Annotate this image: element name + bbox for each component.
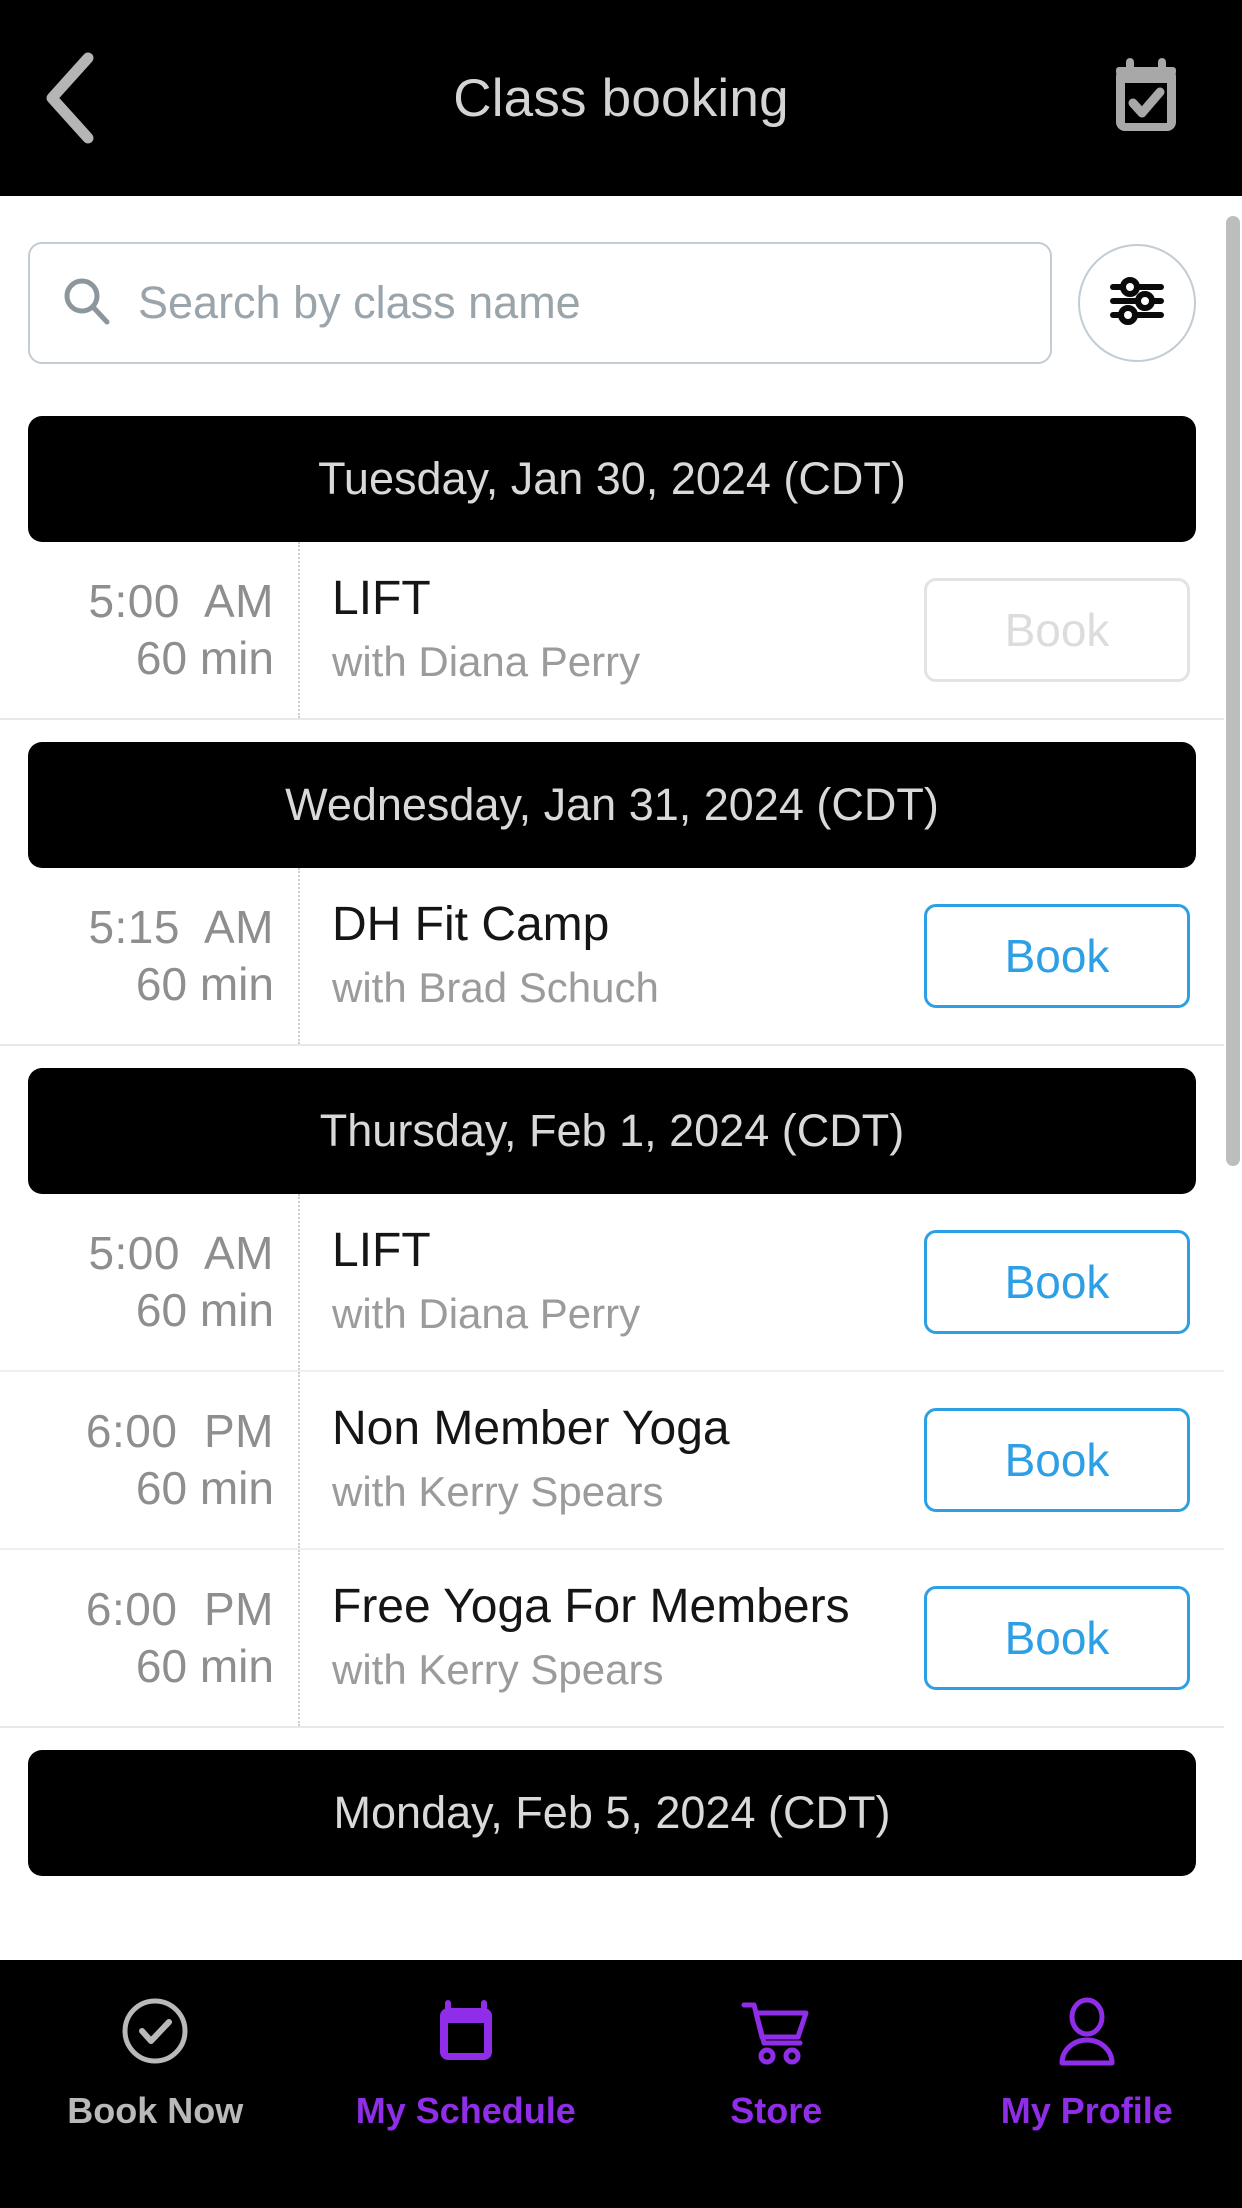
class-time-column: 5:00 AM 60 min <box>0 1194 300 1370</box>
page-title: Class booking <box>453 68 789 128</box>
content-area: Tuesday, Jan 30, 2024 (CDT)5:00 AM60 min… <box>0 196 1242 1960</box>
class-list: 5:00 AM 60 min LIFT with Diana Perry Book <box>0 542 1224 720</box>
class-info-column: LIFT with Diana Perry <box>300 542 924 718</box>
class-start-time: 5:00 AM <box>88 574 274 627</box>
class-list: 5:00 AM 60 min LIFT with Diana Perry Book 6:0… <box>0 1194 1224 1728</box>
book-button[interactable]: Book <box>924 1586 1190 1690</box>
class-duration: 60 min <box>135 1462 274 1514</box>
class-instructor: with Kerry Spears <box>332 1467 664 1515</box>
day-date-header: Thursday, Feb 1, 2024 (CDT) <box>28 1068 1196 1194</box>
nav-item-label: My Schedule <box>355 2090 576 2131</box>
day-section: Thursday, Feb 1, 2024 (CDT) 5:00 AM 60 min… <box>0 1068 1224 1728</box>
class-row[interactable]: 6:00 PM 60 min Free Yoga For Members with K… <box>0 1550 1224 1728</box>
day-date-header: Wednesday, Jan 31, 2024 (CDT) <box>28 742 1196 868</box>
class-duration: 60 min <box>135 1284 274 1336</box>
book-button-column: Book <box>924 542 1224 718</box>
day-date-header: Monday, Feb 5, 2024 (CDT) <box>28 1750 1196 1876</box>
sliders-filter-icon <box>1106 270 1168 337</box>
class-time-column: 6:00 PM 60 min <box>0 1372 300 1548</box>
day-section: Monday, Feb 5, 2024 (CDT) <box>0 1750 1224 1876</box>
book-button[interactable]: Book <box>924 1408 1190 1512</box>
class-name: LIFT <box>332 572 431 626</box>
back-button[interactable] <box>40 52 132 144</box>
class-start-time: 6:00 PM <box>85 1582 274 1635</box>
class-list: 5:15 AM 60 min DH Fit Camp with Brad Schuch… <box>0 868 1224 1046</box>
nav-item-my-schedule[interactable]: My Schedule <box>311 1988 622 2132</box>
book-button[interactable]: Book <box>924 1230 1190 1334</box>
day-section: Tuesday, Jan 30, 2024 (CDT) 5:00 AM 60 min… <box>0 416 1224 720</box>
class-instructor: with Brad Schuch <box>332 963 659 1011</box>
class-duration: 60 min <box>135 632 274 684</box>
class-start-time: 5:00 AM <box>88 1226 274 1279</box>
class-instructor: with Diana Perry <box>332 1289 641 1337</box>
class-info-column: Non Member Yoga with Kerry Spears <box>300 1372 924 1548</box>
class-time-column: 5:15 AM 60 min <box>0 868 300 1044</box>
class-row[interactable]: 6:00 PM 60 min Non Member Yoga with Kerry S… <box>0 1372 1224 1550</box>
calendar-icon <box>426 1988 506 2074</box>
class-name: Non Member Yoga <box>332 1402 730 1456</box>
search-icon <box>60 274 114 333</box>
class-row[interactable]: 5:00 AM 60 min LIFT with Diana Perry Book <box>0 1194 1224 1372</box>
class-name: DH Fit Camp <box>332 898 610 952</box>
calendar-check-button[interactable] <box>1098 50 1194 146</box>
class-name: LIFT <box>332 1224 431 1278</box>
person-icon <box>1047 1988 1127 2074</box>
chevron-left-icon <box>40 52 100 144</box>
nav-item-my-profile[interactable]: My Profile <box>932 1988 1242 2132</box>
nav-item-store[interactable]: Store <box>621 1988 932 2132</box>
search-input[interactable] <box>138 244 1020 362</box>
class-instructor: with Kerry Spears <box>332 1645 664 1693</box>
day-date-header: Tuesday, Jan 30, 2024 (CDT) <box>28 416 1196 542</box>
book-button: Book <box>924 578 1190 682</box>
shopping-cart-icon <box>734 1988 818 2074</box>
nav-item-label: Store <box>730 2090 823 2131</box>
class-info-column: DH Fit Camp with Brad Schuch <box>300 868 924 1044</box>
class-instructor: with Diana Perry <box>332 637 641 685</box>
class-start-time: 6:00 PM <box>85 1404 274 1457</box>
class-time-column: 6:00 PM 60 min <box>0 1550 300 1726</box>
class-info-column: Free Yoga For Members with Kerry Spears <box>300 1550 924 1726</box>
search-bar-row <box>0 196 1224 394</box>
book-button-column: Book <box>924 868 1224 1044</box>
class-row[interactable]: 5:00 AM 60 min LIFT with Diana Perry Book <box>0 542 1224 720</box>
filter-button[interactable] <box>1078 244 1196 362</box>
nav-item-book-now[interactable]: Book Now <box>0 1988 311 2132</box>
search-field[interactable] <box>28 242 1052 364</box>
scrollbar[interactable] <box>1224 196 1242 1960</box>
calendar-check-icon <box>1103 53 1189 144</box>
class-start-time: 5:15 AM <box>88 900 274 953</box>
class-info-column: LIFT with Diana Perry <box>300 1194 924 1370</box>
book-button-column: Book <box>924 1372 1224 1548</box>
class-name: Free Yoga For Members <box>332 1580 850 1634</box>
scrollbar-thumb[interactable] <box>1226 216 1240 1166</box>
class-row[interactable]: 5:15 AM 60 min DH Fit Camp with Brad Schuch… <box>0 868 1224 1046</box>
nav-item-label: Book Now <box>67 2090 244 2131</box>
check-circle-icon <box>115 1988 195 2074</box>
schedule-scroll-area: Tuesday, Jan 30, 2024 (CDT)5:00 AM60 min… <box>0 196 1224 1960</box>
day-sections: Tuesday, Jan 30, 2024 (CDT) 5:00 AM 60 min… <box>0 416 1224 1876</box>
class-duration: 60 min <box>135 958 274 1010</box>
nav-item-label: My Profile <box>1000 2090 1173 2131</box>
day-section: Wednesday, Jan 31, 2024 (CDT) 5:15 AM 60 m… <box>0 742 1224 1046</box>
class-booking-screen: Class booking Search by class name Tuesd… <box>0 0 1242 2208</box>
book-button-column: Book <box>924 1550 1224 1726</box>
book-button-column: Book <box>924 1194 1224 1370</box>
book-button[interactable]: Book <box>924 904 1190 1008</box>
app-header: Class booking <box>0 0 1242 196</box>
bottom-navigation: Book Now My Schedule Store My Profile <box>0 1960 1242 2208</box>
class-time-column: 5:00 AM 60 min <box>0 542 300 718</box>
class-duration: 60 min <box>135 1640 274 1692</box>
